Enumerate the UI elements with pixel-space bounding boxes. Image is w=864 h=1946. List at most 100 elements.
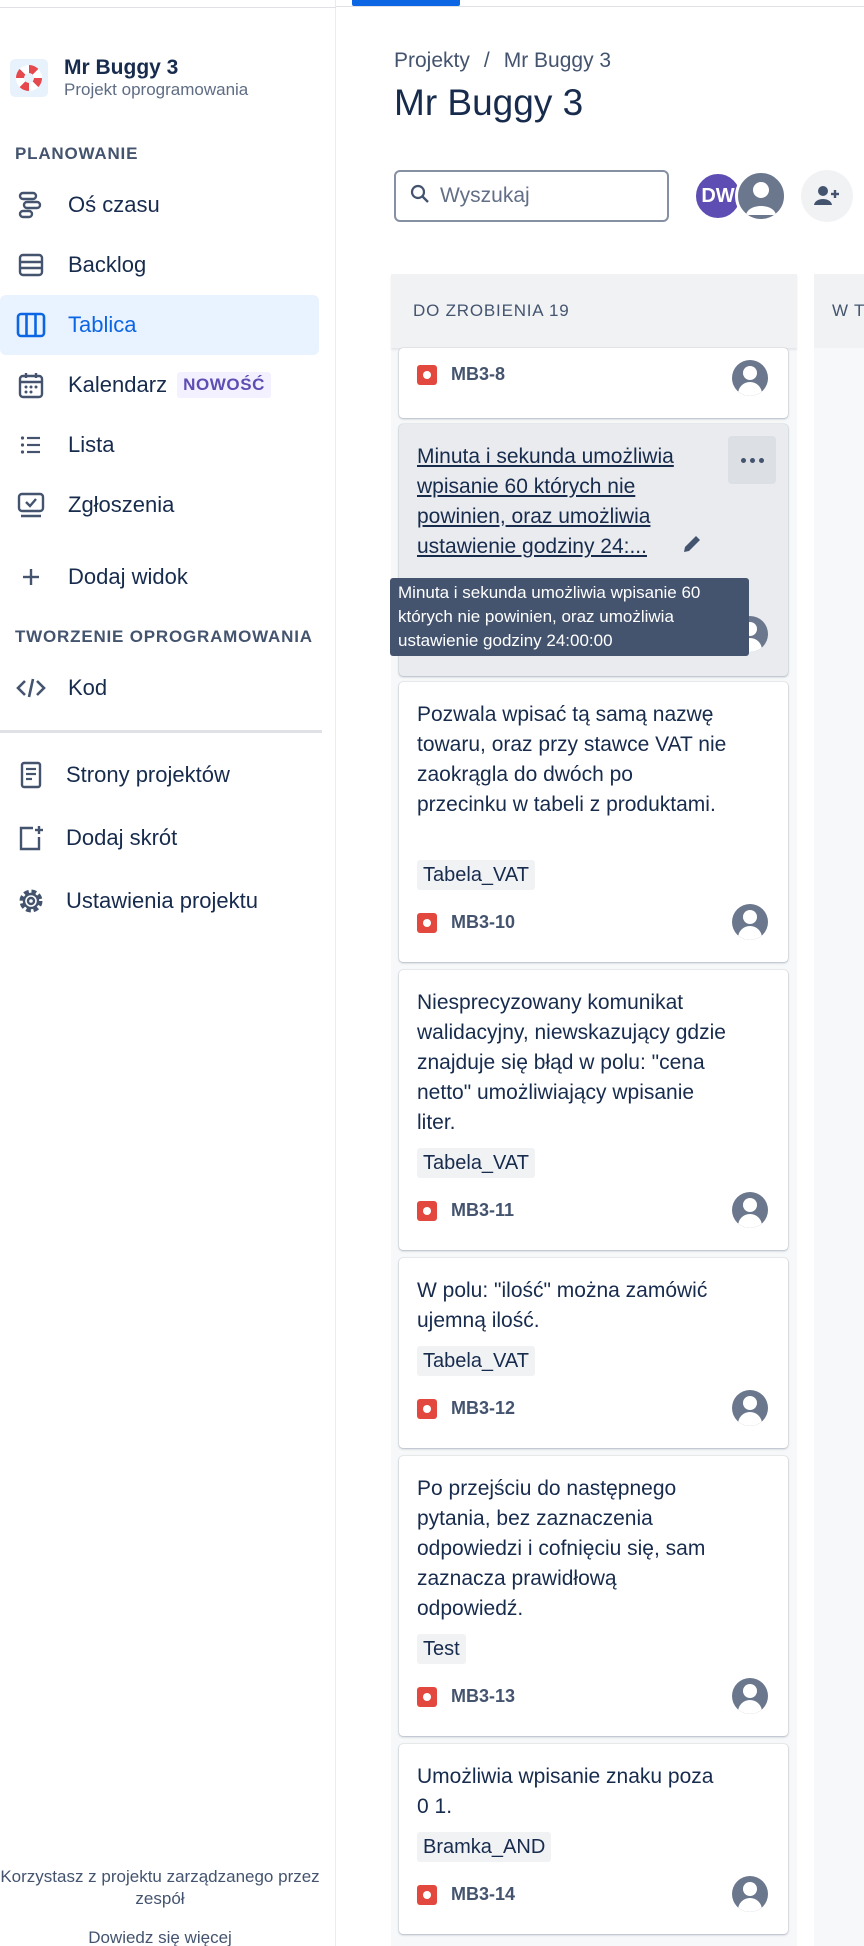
board-icon [14,308,48,342]
issue-card-mb3-13[interactable]: Po przejściu do następnego pytania, bez … [399,1456,788,1736]
bug-icon [417,1200,437,1221]
assignee-avatar[interactable] [732,1390,768,1426]
issue-key-text: MB3-13 [451,1686,516,1706]
search-input[interactable]: Wyszukaj [394,170,669,222]
issue-key-text: MB3-14 [451,1884,516,1904]
sidebar: Mr Buggy 3 Projekt oprogramowania PLANOW… [0,0,336,1946]
assignee-avatar[interactable] [732,1678,768,1714]
issue-key-text: MB3-8 [451,364,506,384]
new-badge: NOWOŚĆ [177,372,272,398]
bug-icon [417,1686,437,1707]
plus-icon [14,560,48,594]
list-icon [14,428,48,462]
sidebar-item-label: Strony projektów [66,762,230,787]
issue-summary: Niesprecyzowany komunikat walidacyjny, n… [417,991,726,1134]
issue-card-mb3-12[interactable]: W polu: "ilość" można zamówić ujemną ilo… [399,1258,788,1448]
add-shortcut-icon [14,821,48,855]
column-in-progress: W TOKU [814,274,864,1946]
add-person-icon [814,186,839,205]
issue-summary: W polu: "ilość" można zamówić ujemną ilo… [417,1279,708,1332]
sidebar-item-board[interactable]: Tablica [0,295,319,355]
sidebar-item-label: Tablica [68,312,137,337]
assignee-avatar[interactable] [732,904,768,940]
issue-card-mb3-11[interactable]: Niesprecyzowany komunikat walidacyjny, n… [399,970,788,1250]
bug-icon [417,364,437,385]
sidebar-item-label: Oś czasu [68,192,160,217]
issue-summary: Pozwala wpisać tą samą nazwę towaru, ora… [417,703,727,816]
project-header[interactable]: Mr Buggy 3 Projekt oprogramowania [10,56,248,100]
sidebar-item-label: Lista [68,432,115,457]
sidebar-item-label: Dodaj skrót [66,825,178,850]
sidebar-divider [0,730,322,733]
project-name: Mr Buggy 3 [64,56,179,79]
summary-tooltip: Minuta i sekunda umożliwia wpisanie 60 k… [390,578,749,656]
issue-key: MB3-13 [417,1686,515,1707]
lifebuoy-icon [16,65,42,91]
sidebar-item-backlog[interactable]: Backlog [0,235,320,295]
page-title: Mr Buggy 3 [394,82,584,123]
assignee-avatar[interactable] [732,360,768,396]
sidebar-item-calendar[interactable]: Kalendarz NOWOŚĆ [0,355,320,415]
learn-more-link[interactable]: Dowiedz się więcej [0,1928,320,1946]
issue-key-text: MB3-10 [451,912,516,932]
sidebar-top-border [0,0,336,8]
sidebar-item-label: Dodaj widok [68,564,188,589]
assignee-avatar[interactable] [732,1192,768,1228]
issue-key: MB3-12 [417,1398,515,1419]
column-header: DO ZROBIENIA 19 [391,274,797,348]
calendar-icon [14,368,48,402]
issues-icon [14,488,48,522]
issue-summary: Po przejściu do następnego pytania, bez … [417,1477,706,1620]
pages-icon [14,758,48,792]
more-actions-button[interactable] [728,436,776,484]
sidebar-item-label: Zgłoszenia [68,492,175,517]
section-planning: PLANOWANIE [15,144,139,163]
avatar-user[interactable] [735,170,787,222]
team-managed-note: Korzystasz z projektu zarządzanego przez… [0,1867,320,1908]
edit-pencil-icon[interactable] [681,533,703,555]
issue-key: MB3-8 [417,364,505,385]
issue-card-mb3-14[interactable]: Umożliwia wpisanie znaku poza 0 1. Bramk… [399,1744,788,1934]
sidebar-item-add-view[interactable]: Dodaj widok [0,547,320,607]
sidebar-item-issues[interactable]: Zgłoszenia [0,475,320,535]
project-type: Projekt oprogramowania [64,80,249,99]
issue-label: Tabela_VAT [417,1148,535,1178]
backlog-icon [14,248,48,282]
issue-summary[interactable]: Minuta i sekunda umożliwia wpisanie 60 k… [417,442,707,562]
add-people-button[interactable] [801,170,853,222]
project-avatar [10,59,48,97]
sidebar-item-project-settings[interactable]: Ustawienia projektu [0,871,320,931]
issue-key: MB3-14 [417,1884,515,1905]
sidebar-item-project-pages[interactable]: Strony projektów [0,745,320,805]
assignee-avatar[interactable] [732,1876,768,1912]
sidebar-item-label: Backlog [68,252,147,277]
top-border [336,6,864,7]
code-icon [14,671,48,705]
sidebar-item-list[interactable]: Lista [0,415,320,475]
issue-label: Bramka_AND [417,1832,552,1862]
sidebar-item-timeline[interactable]: Oś czasu [0,175,320,235]
issue-label: Tabela_VAT [417,860,535,890]
search-placeholder: Wyszukaj [440,184,530,207]
breadcrumb-projects[interactable]: Projekty [394,49,470,73]
section-development: TWORZENIE OPROGRAMOWANIA [15,627,313,646]
issue-summary: Umożliwia wpisanie znaku poza 0 1. [417,1765,714,1818]
search-icon [410,184,430,209]
board-main: Projekty / Mr Buggy 3 Mr Buggy 3 Wyszuka… [336,0,864,1946]
issue-label: Test [417,1634,466,1664]
breadcrumb-separator: / [483,49,490,72]
bug-icon [417,1884,437,1905]
issue-key: MB3-10 [417,912,515,933]
issue-card-mb3-8[interactable]: MB3-8 [399,348,788,418]
gear-icon [14,884,48,918]
issue-key: MB3-11 [417,1200,514,1221]
sidebar-item-code[interactable]: Kod [0,658,320,718]
issue-card-mb3-10[interactable]: Pozwala wpisać tą samą nazwę towaru, ora… [399,682,788,962]
timeline-icon [14,188,48,222]
bug-icon [417,1398,437,1419]
sidebar-item-label: Kod [68,675,108,700]
issue-label: Tabela_VAT [417,1346,535,1376]
column-header: W TOKU [814,274,864,348]
breadcrumb-project[interactable]: Mr Buggy 3 [504,49,611,73]
sidebar-item-add-shortcut[interactable]: Dodaj skrót [0,808,320,868]
